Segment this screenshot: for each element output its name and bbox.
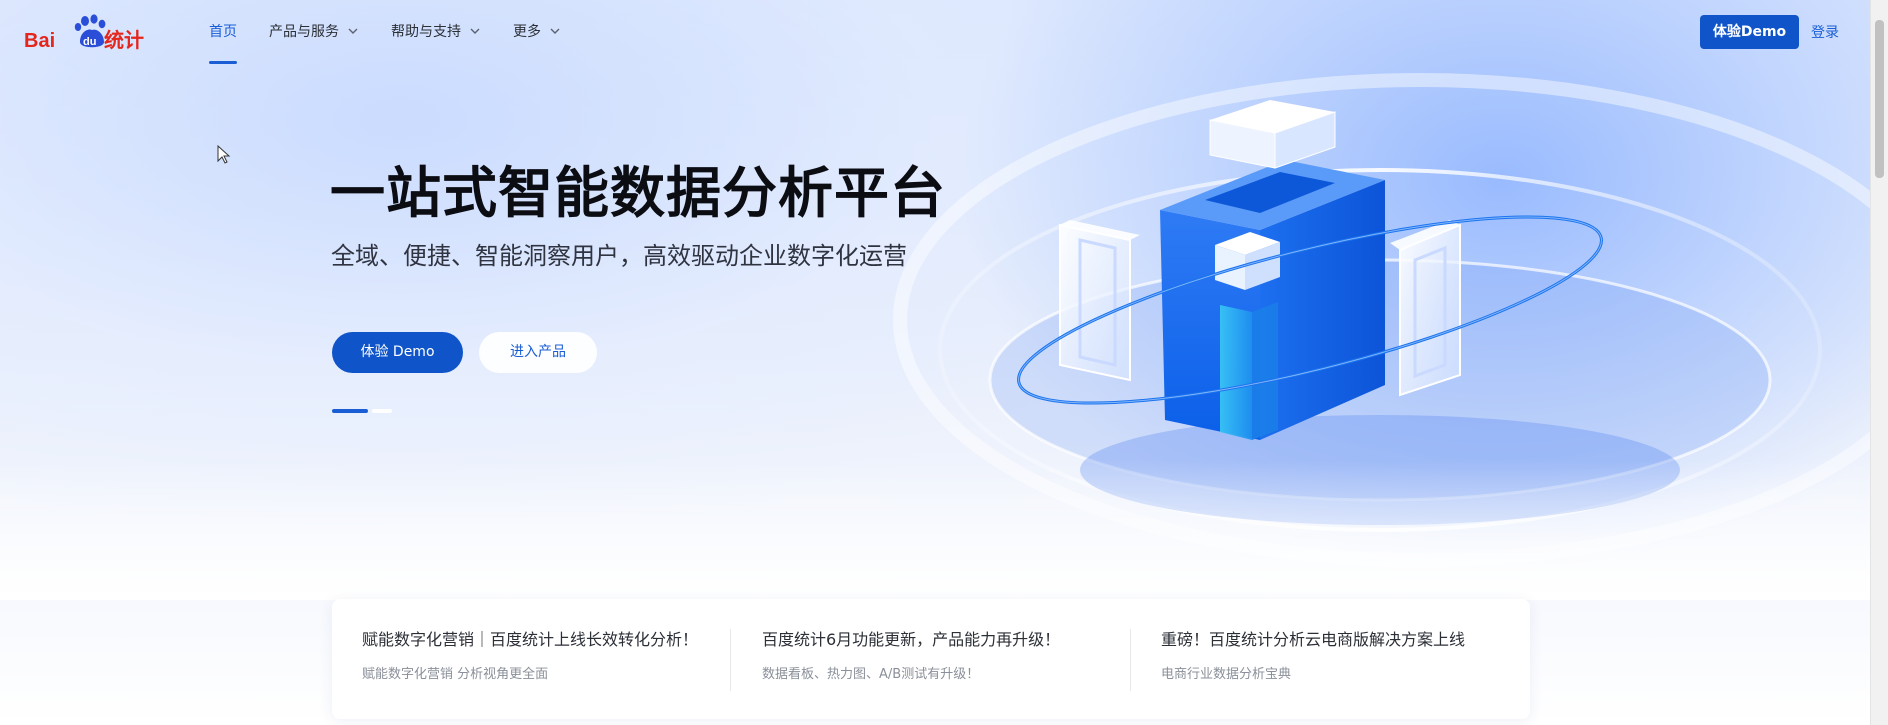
news-title[interactable]: 赋能数字化营销｜百度统计上线长效转化分析！ [362,629,698,651]
chevron-down-icon [348,28,358,34]
nav-home[interactable]: 首页 [209,22,237,42]
news-title[interactable]: 重磅！百度统计分析云电商版解决方案上线 [1161,629,1465,651]
news-title[interactable]: 百度统计6月功能更新，产品能力再升级！ [762,629,1060,651]
hero-subtitle: 全域、便捷、智能洞察用户，高效驱动企业数字化运营 [331,242,907,270]
logo-text-du: du [83,36,96,48]
hero-title: 一站式智能数据分析平台 [330,161,947,225]
mouse-cursor-icon [217,145,231,164]
logo-text-bai: Bai [24,30,55,52]
news-desc: 电商行业数据分析宝典 [1161,667,1292,682]
carousel-dot[interactable] [372,409,392,413]
carousel-dot-active[interactable] [332,409,368,413]
news-strip: 赋能数字化营销｜百度统计上线长效转化分析！ 赋能数字化营销 分析视角更全面 百度… [332,599,1530,719]
news-desc: 数据看板、热力图、A/B测试有升级！ [762,667,980,682]
news-divider [730,629,731,691]
nav-home-label: 首页 [209,24,237,40]
data-platform-illustration [1017,100,1603,440]
nav-help-label: 帮助与支持 [391,24,461,40]
page: Bai du 统计 首页 产品与服务 帮助与支持 更多 体验Demo 登录 一站… [0,0,1870,725]
nav-active-indicator [209,61,237,64]
baidu-tongji-logo[interactable]: Bai du 统计 [24,12,146,52]
vertical-scrollbar[interactable] [1870,0,1888,725]
login-link[interactable]: 登录 [1811,23,1839,43]
nav-products-services[interactable]: 产品与服务 [269,22,358,42]
chevron-down-icon [470,28,480,34]
news-divider [1130,629,1131,691]
nav-products-label: 产品与服务 [269,24,339,40]
top-navbar: Bai du 统计 首页 产品与服务 帮助与支持 更多 体验Demo 登录 [0,0,1870,66]
try-demo-button[interactable]: 体验 Demo [332,332,463,373]
news-desc: 赋能数字化营销 分析视角更全面 [362,667,549,682]
enter-product-button[interactable]: 进入产品 [479,332,597,373]
nav-help-support[interactable]: 帮助与支持 [391,22,480,42]
header-demo-button[interactable]: 体验Demo [1700,15,1799,49]
nav-more-label: 更多 [513,24,541,40]
nav-more[interactable]: 更多 [513,22,560,42]
scrollbar-thumb[interactable] [1875,20,1884,178]
chevron-down-icon [550,28,560,34]
logo-text-tongji: 统计 [104,28,144,52]
